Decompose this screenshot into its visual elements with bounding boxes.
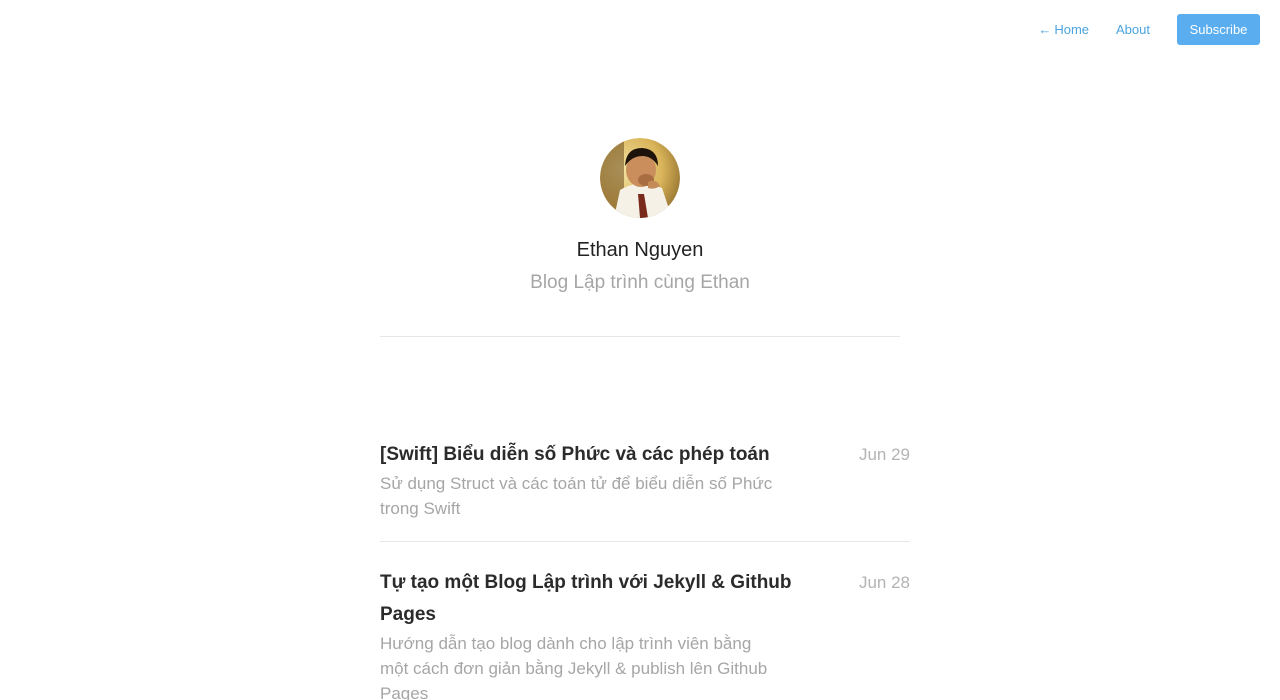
post-item: Tự tạo một Blog Lập trình với Jekyll & G… xyxy=(380,541,910,700)
back-arrow-icon: ← xyxy=(1038,22,1052,37)
post-title-link[interactable]: Tự tạo một Blog Lập trình với Jekyll & G… xyxy=(380,567,800,631)
home-link-label: Home xyxy=(1054,22,1090,37)
post-excerpt: Hướng dẫn tạo blog dành cho lập trình vi… xyxy=(380,634,768,700)
post-item: [Swift] Biểu diễn số Phức và các phép to… xyxy=(380,439,910,541)
top-nav: ← Home About Subscribe xyxy=(1038,14,1260,45)
header-divider xyxy=(380,336,900,337)
post-excerpt: Sử dụng Struct và các toán tử để biểu di… xyxy=(380,474,773,518)
post-title-link[interactable]: [Swift] Biểu diễn số Phức và các phép to… xyxy=(380,439,800,471)
post-list: [Swift] Biểu diễn số Phức và các phép to… xyxy=(380,439,910,700)
profile-header: Ethan Nguyen Blog Lập trình cùng Ethan xyxy=(0,138,1280,294)
author-name: Ethan Nguyen xyxy=(576,239,704,261)
blog-tagline: Blog Lập trình cùng Ethan xyxy=(530,272,750,293)
about-link[interactable]: About xyxy=(1116,22,1150,37)
avatar xyxy=(600,138,680,218)
home-link[interactable]: ← Home xyxy=(1038,22,1089,37)
page: ← Home About Subscribe Ethan Nguyen Blog… xyxy=(0,0,1280,700)
post-date: Jun 29 xyxy=(858,445,910,464)
subscribe-button[interactable]: Subscribe xyxy=(1177,14,1260,45)
post-date: Jun 28 xyxy=(858,573,910,592)
